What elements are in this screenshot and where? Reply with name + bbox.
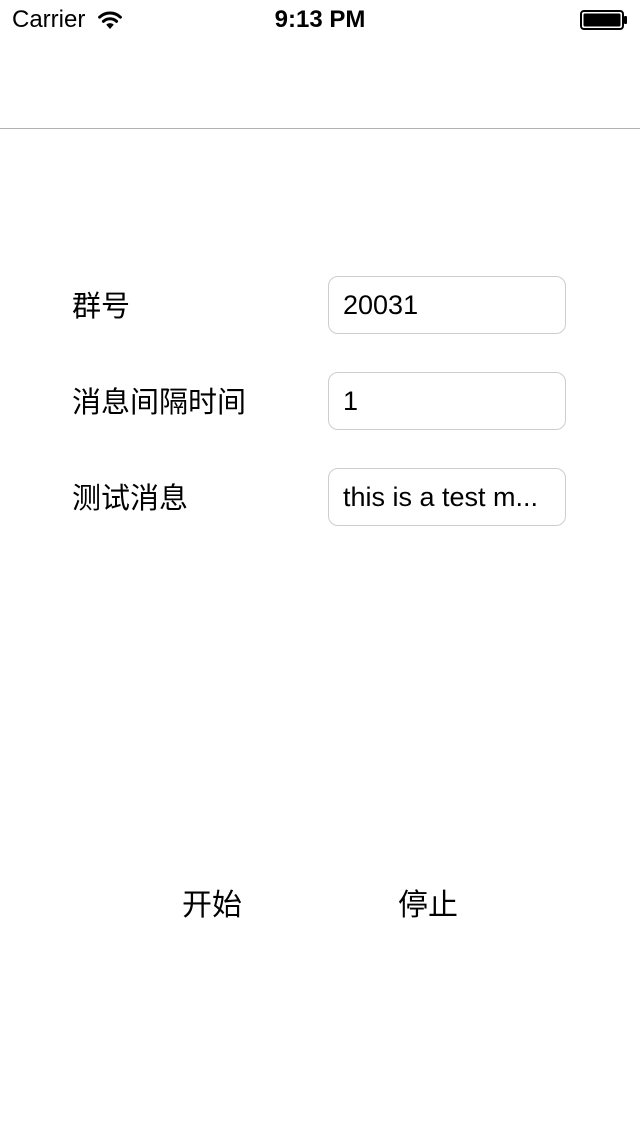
navigation-bar bbox=[0, 40, 640, 129]
start-button[interactable]: 开始 bbox=[182, 886, 242, 926]
message-interval-field[interactable]: 1 bbox=[328, 372, 566, 430]
battery-icon bbox=[580, 10, 627, 30]
status-bar: Carrier 9:13 PM bbox=[0, 0, 640, 40]
stop-button[interactable]: 停止 bbox=[398, 886, 458, 926]
test-message-field[interactable]: this is a test m... bbox=[328, 468, 566, 526]
message-interval-label: 消息间隔时间 bbox=[72, 385, 247, 419]
group-number-field[interactable]: 20031 bbox=[328, 276, 566, 334]
group-number-label: 群号 bbox=[72, 289, 131, 323]
status-time: 9:13 PM bbox=[274, 6, 366, 33]
test-message-label: 测试消息 bbox=[72, 481, 189, 515]
